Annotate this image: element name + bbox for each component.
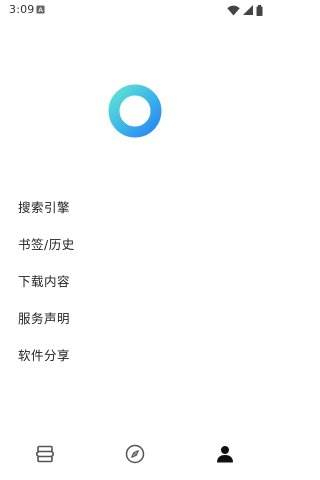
svg-text:A: A: [38, 7, 43, 14]
nav-profile-button[interactable]: [213, 442, 237, 466]
battery-icon: [256, 4, 263, 16]
app-screen: 3:09 A 搜索引擎 书签/历史 下载内容 服务声明 软件分享: [0, 0, 270, 480]
menu-item-share-app[interactable]: 软件分享: [0, 336, 270, 373]
wifi-icon: [227, 5, 240, 15]
menu-item-service-statement[interactable]: 服务声明: [0, 299, 270, 336]
tabs-stack-icon: [35, 445, 55, 463]
menu-item-label: 下载内容: [18, 274, 71, 289]
cell-signal-icon: [243, 5, 253, 15]
menu-item-downloads[interactable]: 下载内容: [0, 262, 270, 299]
nav-discover-button[interactable]: [123, 442, 147, 466]
ring-logo-icon: [108, 84, 162, 138]
bottom-nav: [0, 436, 270, 472]
status-bar: 3:09 A: [0, 0, 270, 20]
menu-item-bookmarks-history[interactable]: 书签/历史: [0, 225, 270, 262]
status-icons: [227, 4, 263, 16]
person-icon: [217, 446, 233, 463]
compass-icon: [125, 444, 145, 464]
menu-item-label: 搜索引擎: [18, 200, 71, 215]
menu-item-search-engine[interactable]: 搜索引擎: [0, 188, 270, 225]
menu-item-label: 服务声明: [18, 311, 71, 326]
menu-list: 搜索引擎 书签/历史 下载内容 服务声明 软件分享: [0, 188, 270, 373]
status-time: 3:09: [9, 3, 35, 16]
notification-a-icon: A: [36, 5, 45, 14]
menu-item-label: 书签/历史: [18, 237, 75, 252]
menu-item-label: 软件分享: [18, 348, 71, 363]
nav-tabs-button[interactable]: [33, 442, 57, 466]
